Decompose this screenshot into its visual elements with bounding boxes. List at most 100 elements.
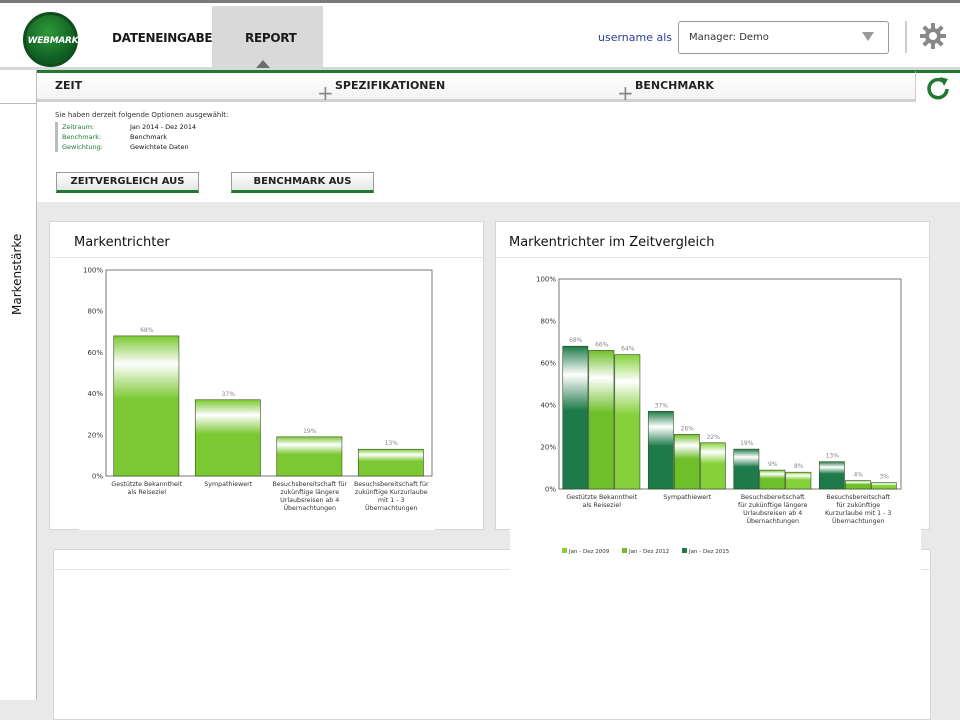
chart-svg: 0% 20% 40% 60% 80% 100% 68% Gestützte Bekannthe… bbox=[83, 267, 433, 512]
x-tick-label: Besuchsbereitschaft für bbox=[272, 481, 347, 488]
top-bar: WEBMARK DATENEINGABE REPORT username als… bbox=[0, 0, 960, 70]
bar-value-label: 64% bbox=[621, 346, 635, 353]
bar bbox=[113, 335, 180, 477]
card-title: Markentrichter bbox=[74, 235, 170, 250]
x-tick-label: Besuchsbereitschaft für bbox=[354, 481, 429, 488]
nav-dateneingabe[interactable]: DATENEINGABE bbox=[112, 31, 213, 45]
bar-value-label: 19% bbox=[303, 428, 317, 435]
x-tick-label: als Reiseziel bbox=[583, 502, 622, 509]
chart-svg: 0% 20% 40% 60% 80% 100% 68% 66% 64% Gestützte Bek… bbox=[536, 276, 902, 555]
x-tick-label: mit 1 - 3 bbox=[378, 497, 405, 504]
nav-report[interactable]: REPORT bbox=[245, 31, 297, 45]
option-value: Benchmark bbox=[130, 133, 168, 141]
card-header: Markentrichter bbox=[50, 222, 483, 258]
y-tick-label: 100% bbox=[536, 276, 556, 284]
bar bbox=[699, 442, 726, 490]
x-tick-label: Übernachtungen bbox=[283, 503, 336, 512]
option-key: Benchmark: bbox=[62, 133, 102, 141]
y-tick-label: 20% bbox=[87, 431, 103, 439]
markentrichter-chart: 0% 20% 40% 60% 80% 100% 68% Gestützte Bekannthe… bbox=[79, 264, 435, 530]
y-tick-label: 0% bbox=[92, 473, 103, 481]
option-row: Benchmark: Benchmark bbox=[62, 132, 196, 142]
y-tick-label: 100% bbox=[83, 267, 103, 275]
benchmark-aus-button[interactable]: BENCHMARK AUS bbox=[231, 172, 374, 193]
x-tick-label: zukünftige längere bbox=[280, 489, 339, 496]
bar-value-label: 3% bbox=[879, 474, 889, 481]
filter-bar: ZEIT + SPEZIFIKATIONEN + BENCHMARK bbox=[37, 70, 960, 103]
y-tick-label: 60% bbox=[87, 349, 103, 357]
option-key: Zeitraum: bbox=[62, 123, 95, 131]
filter-tabs: ZEIT + SPEZIFIKATIONEN + BENCHMARK bbox=[37, 70, 915, 103]
y-tick-label: 20% bbox=[540, 444, 556, 452]
legend-label: Jan - Dez 2012 bbox=[628, 549, 669, 555]
option-key: Gewichtung: bbox=[62, 143, 103, 151]
x-tick-label: als Reiseziel bbox=[128, 489, 167, 496]
option-value: Jan 2014 - Dez 2014 bbox=[130, 123, 197, 131]
divider bbox=[905, 21, 907, 53]
manager-select-value: Manager: Demo bbox=[689, 32, 769, 43]
tab-spezifikationen[interactable]: SPEZIFIKATIONEN bbox=[335, 79, 445, 92]
bar bbox=[647, 411, 674, 490]
sidebar: Markenstärke bbox=[0, 70, 37, 700]
options-title: Sie haben derzeit folgende Optionen ausg… bbox=[55, 111, 229, 119]
bar bbox=[759, 469, 786, 490]
option-value: Gewichtete Daten bbox=[130, 143, 189, 151]
bar-value-label: 9% bbox=[768, 461, 778, 468]
bar bbox=[818, 461, 845, 490]
refresh-icon bbox=[927, 77, 949, 100]
bar bbox=[673, 434, 700, 490]
legend-label: Jan - Dez 2015 bbox=[688, 549, 730, 555]
card-title: Markentrichter im Zeitvergleich bbox=[509, 235, 715, 250]
gear-icon[interactable] bbox=[920, 23, 946, 49]
plus-icon[interactable]: + bbox=[317, 83, 334, 103]
chevron-down-icon bbox=[862, 32, 874, 41]
sidebar-item-markenstaerke[interactable]: Markenstärke bbox=[10, 234, 24, 315]
x-tick-label: Sympathiewert bbox=[663, 494, 711, 501]
manager-select[interactable]: Manager: Demo bbox=[678, 21, 889, 54]
option-row: Gewichtung: Gewichtete Daten bbox=[62, 142, 196, 152]
legend-swatch bbox=[622, 548, 627, 553]
bar bbox=[733, 448, 760, 490]
x-tick-label: Gestützte Bekanntheit bbox=[111, 481, 182, 488]
webmark-logo[interactable]: WEBMARK bbox=[23, 12, 79, 67]
option-row: Zeitraum: Jan 2014 - Dez 2014 bbox=[62, 122, 196, 132]
plus-icon[interactable]: + bbox=[617, 83, 634, 103]
zeitvergleich-aus-button[interactable]: ZEITVERGLEICH AUS bbox=[56, 172, 199, 193]
legend-swatch bbox=[562, 548, 567, 553]
x-tick-label: Übernachtungen bbox=[746, 516, 799, 525]
username-label: username als bbox=[598, 31, 673, 44]
bar-value-label: 37% bbox=[655, 402, 669, 409]
y-tick-label: 80% bbox=[540, 318, 556, 326]
tab-zeit[interactable]: ZEIT bbox=[55, 79, 82, 92]
bar bbox=[276, 436, 343, 477]
bar-value-label: 68% bbox=[569, 337, 583, 344]
bar-value-label: 37% bbox=[222, 391, 236, 398]
options-list: Zeitraum: Jan 2014 - Dez 2014 Benchmark: B… bbox=[55, 122, 196, 152]
sidebar-divider bbox=[0, 103, 36, 104]
bar-value-label: 13% bbox=[385, 440, 399, 447]
x-tick-label: für zukünftige bbox=[836, 502, 880, 509]
bar-value-label: 66% bbox=[595, 341, 609, 348]
y-tick-label: 40% bbox=[540, 402, 556, 410]
bar-value-label: 22% bbox=[707, 434, 721, 441]
x-tick-label: Besuchsbereitschaft bbox=[826, 494, 890, 501]
refresh-button[interactable] bbox=[915, 70, 960, 102]
logo-text: WEBMARK bbox=[27, 36, 79, 46]
markentrichter-zeitvergleich-chart: 0% 20% 40% 60% 80% 100% 68% 66% 64% Gestützte Bek… bbox=[510, 262, 921, 575]
bar bbox=[357, 448, 424, 477]
y-tick-label: 60% bbox=[540, 360, 556, 368]
bar bbox=[614, 354, 641, 490]
tab-benchmark[interactable]: BENCHMARK bbox=[635, 79, 714, 92]
bar-value-label: 8% bbox=[794, 463, 804, 470]
x-tick-label: Besuchsbereitschaft bbox=[741, 494, 805, 501]
x-tick-label: zukünftige Kurzurlaube bbox=[355, 489, 428, 496]
bar bbox=[844, 480, 871, 490]
bar bbox=[562, 345, 589, 490]
x-tick-label: Übernachtungen bbox=[365, 503, 418, 512]
legend-label: Jan - Dez 2009 bbox=[568, 549, 610, 555]
bar-value-label: 26% bbox=[681, 425, 695, 432]
legend-swatch bbox=[682, 548, 687, 553]
x-tick-label: Kurzurlaube mit 1 - 3 bbox=[825, 510, 891, 517]
active-tab-caret-icon bbox=[256, 60, 270, 68]
bar-value-label: 13% bbox=[826, 453, 840, 460]
